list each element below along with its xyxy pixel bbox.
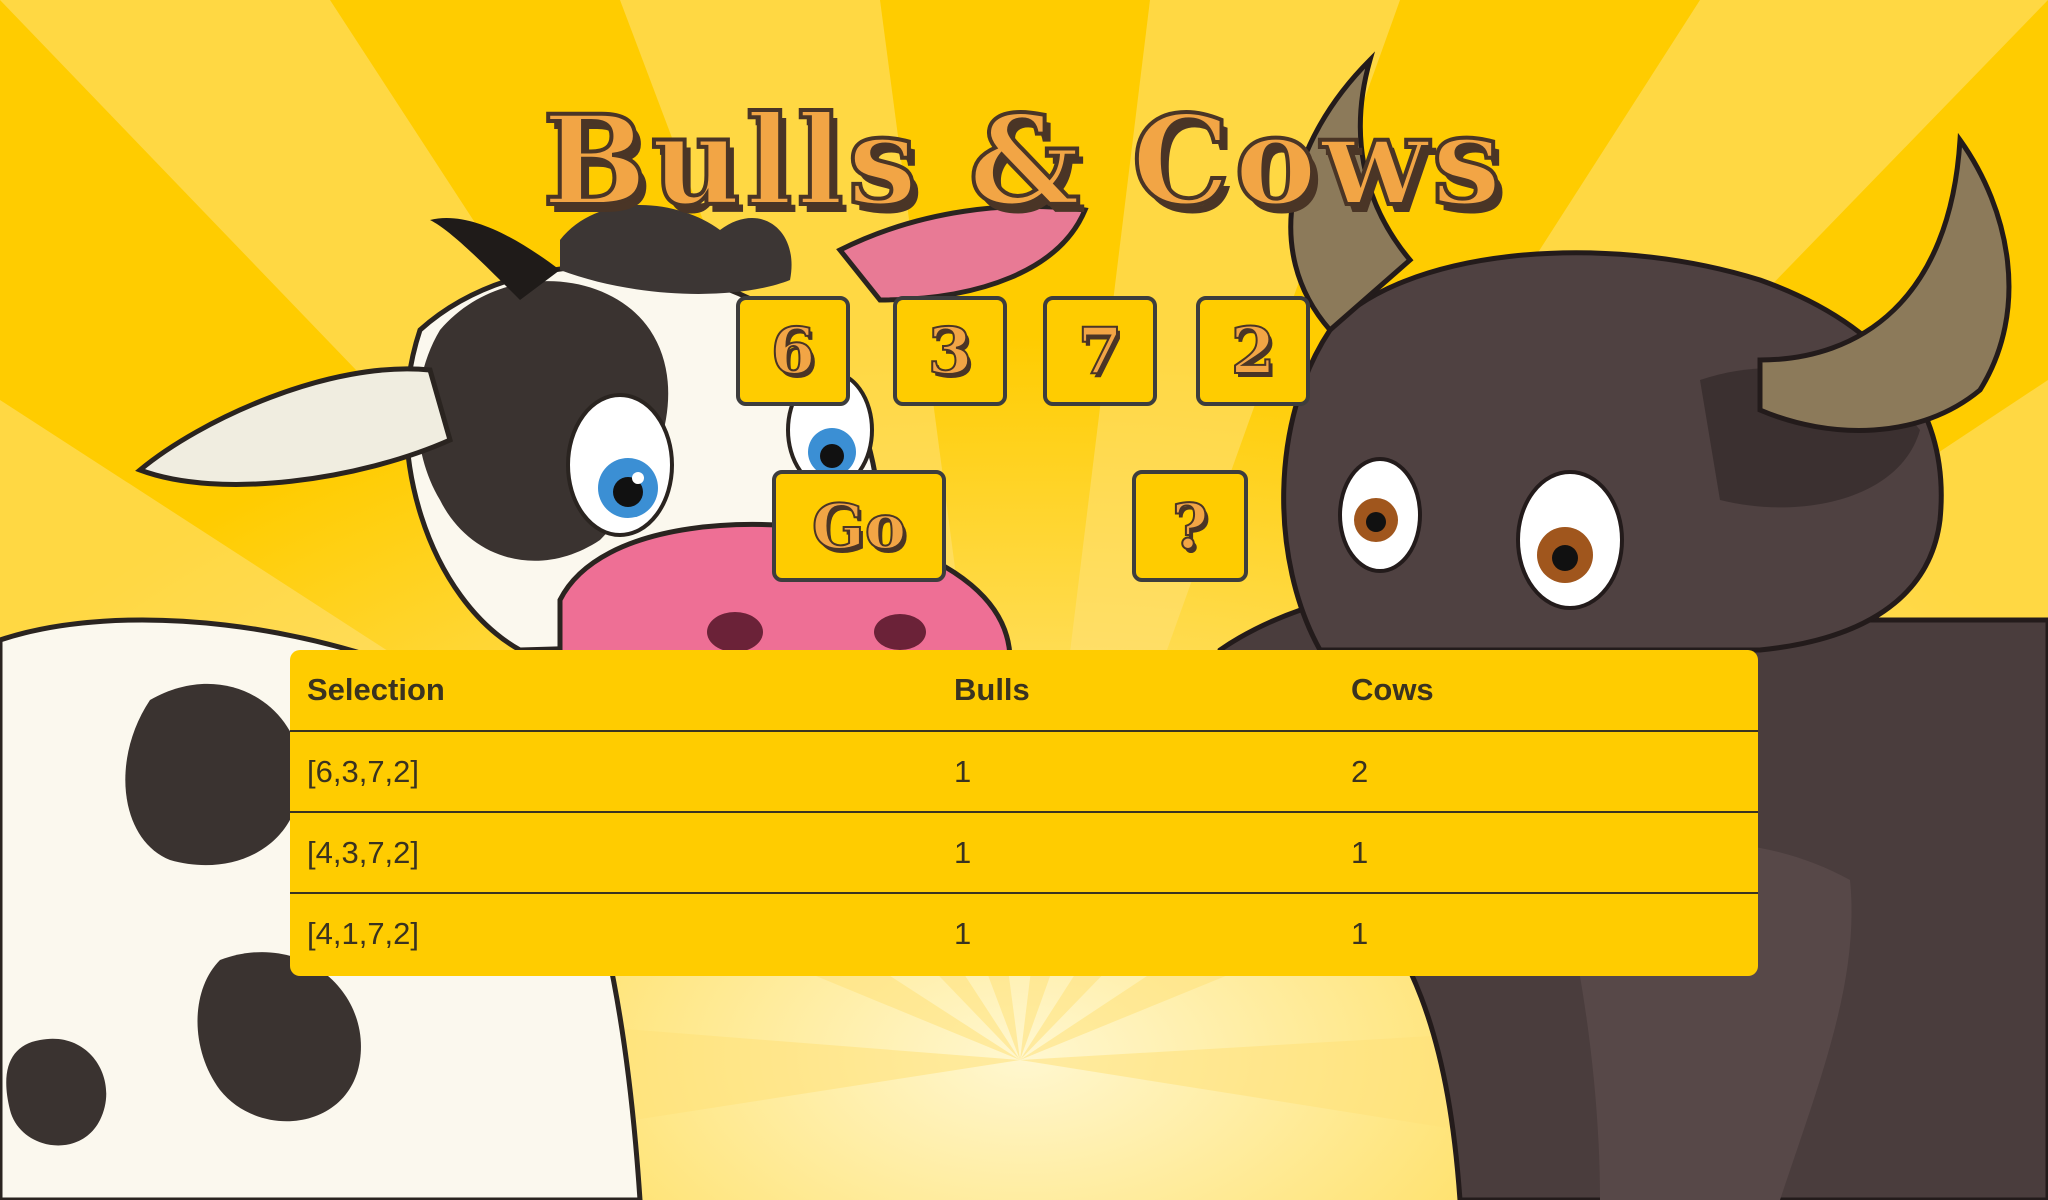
cell-cows: 1	[1334, 892, 1758, 974]
digit-slot-1[interactable]: 6	[736, 296, 850, 406]
cell-bulls: 1	[937, 730, 1334, 812]
cell-cows: 2	[1334, 730, 1758, 812]
header-selection: Selection	[307, 672, 445, 707]
table-row: [6,3,7,2] 1 2	[290, 730, 1758, 812]
table-row: [4,1,7,2] 1 1	[290, 892, 1758, 974]
game-title: Bulls & Cows	[540, 89, 1506, 234]
header-cows: Cows	[1351, 672, 1434, 707]
header-bulls: Bulls	[954, 672, 1030, 707]
cell-bulls: 1	[937, 892, 1334, 974]
digit-slot-2[interactable]: 3	[893, 296, 1007, 406]
cell-cows: 1	[1334, 811, 1758, 893]
cell-selection: [4,3,7,2]	[290, 811, 937, 893]
cell-bulls: 1	[937, 811, 1334, 893]
table-header-row: Selection Bulls Cows	[290, 650, 1758, 731]
help-button[interactable]: ?	[1132, 470, 1248, 582]
cell-selection: [4,1,7,2]	[290, 892, 937, 974]
cell-selection: [6,3,7,2]	[290, 730, 937, 812]
digit-slot-4[interactable]: 2	[1196, 296, 1310, 406]
results-table: Selection Bulls Cows [6,3,7,2] 1 2 [4,3,…	[290, 650, 1758, 974]
results-table-panel: Selection Bulls Cows [6,3,7,2] 1 2 [4,3,…	[290, 650, 1758, 976]
table-row: [4,3,7,2] 1 1	[290, 811, 1758, 893]
go-button[interactable]: Go	[772, 470, 946, 582]
digit-slot-3[interactable]: 7	[1043, 296, 1157, 406]
